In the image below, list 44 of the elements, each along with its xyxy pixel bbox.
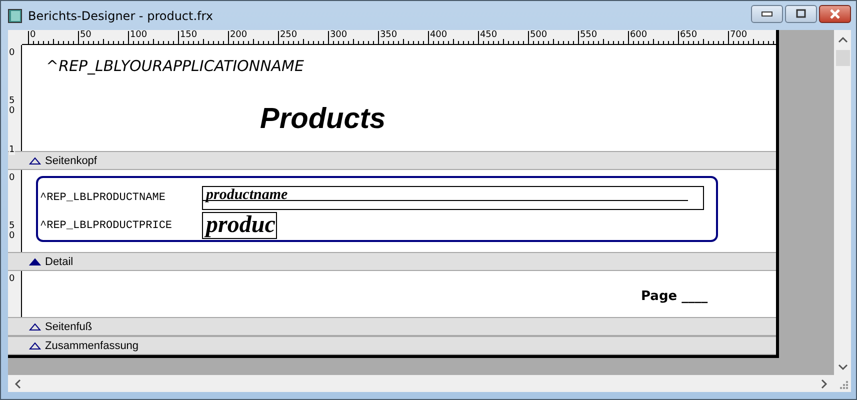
ruler-label: 600 — [630, 30, 648, 40]
ruler-label: 400 — [430, 30, 448, 40]
minimize-icon — [761, 10, 773, 16]
ruler-label: 50 — [80, 30, 92, 40]
close-icon — [829, 8, 841, 18]
ruler-label: 100 — [130, 30, 148, 40]
ruler-label: 700 — [730, 30, 748, 40]
ruler-label: 150 — [180, 30, 198, 40]
field-label: ^REP_LBLPRODUCTNAME — [40, 192, 166, 204]
ruler-label: 450 — [480, 30, 498, 40]
field-expression: produc — [202, 212, 278, 239]
ruler-label: 500 — [530, 30, 548, 40]
scrollbar-thumb[interactable] — [836, 50, 850, 66]
report-label: ^REP_LBLYOURAPPLICATIONNAME — [46, 57, 304, 75]
band-bar[interactable]: Seitenkopf — [8, 151, 776, 170]
page-number-label: Page ____ — [641, 289, 708, 304]
ruler-label: 250 — [280, 30, 298, 40]
ruler-label: 50 — [9, 221, 15, 241]
field-expression: productname — [202, 186, 704, 210]
ruler-label: 0 — [9, 274, 15, 284]
ruler-label: 200 — [230, 30, 248, 40]
minimize-button[interactable] — [751, 4, 783, 22]
horizontal-scrollbar[interactable] — [8, 375, 834, 392]
ruler-label: 300 — [330, 30, 348, 40]
ruler-label: 550 — [580, 30, 598, 40]
close-button[interactable] — [819, 4, 851, 22]
app-icon — [8, 8, 22, 22]
report-title: Products — [260, 103, 386, 136]
ruler-label: 650 — [680, 30, 698, 40]
ruler-label: 0 — [30, 30, 37, 40]
ruler-label: 350 — [380, 30, 398, 40]
maximize-icon — [795, 8, 807, 18]
ruler-label: 0 — [9, 173, 15, 183]
ruler-label: 50 — [9, 96, 15, 116]
band-bar[interactable]: Detail — [8, 252, 776, 271]
band-bar[interactable]: Seitenfuß — [8, 317, 776, 336]
band-bar[interactable]: Zusammenfassung — [8, 336, 776, 355]
ruler-label: 0 — [9, 48, 15, 58]
vertical-scrollbar[interactable] — [834, 30, 851, 375]
field-label: ^REP_LBLPRODUCTPRICE — [40, 220, 174, 232]
window-title: Berichts-Designer - product.frx — [28, 8, 213, 22]
maximize-button[interactable] — [785, 4, 817, 22]
resize-grip-icon[interactable] — [840, 381, 848, 389]
ruler-label: 1 — [9, 145, 15, 155]
